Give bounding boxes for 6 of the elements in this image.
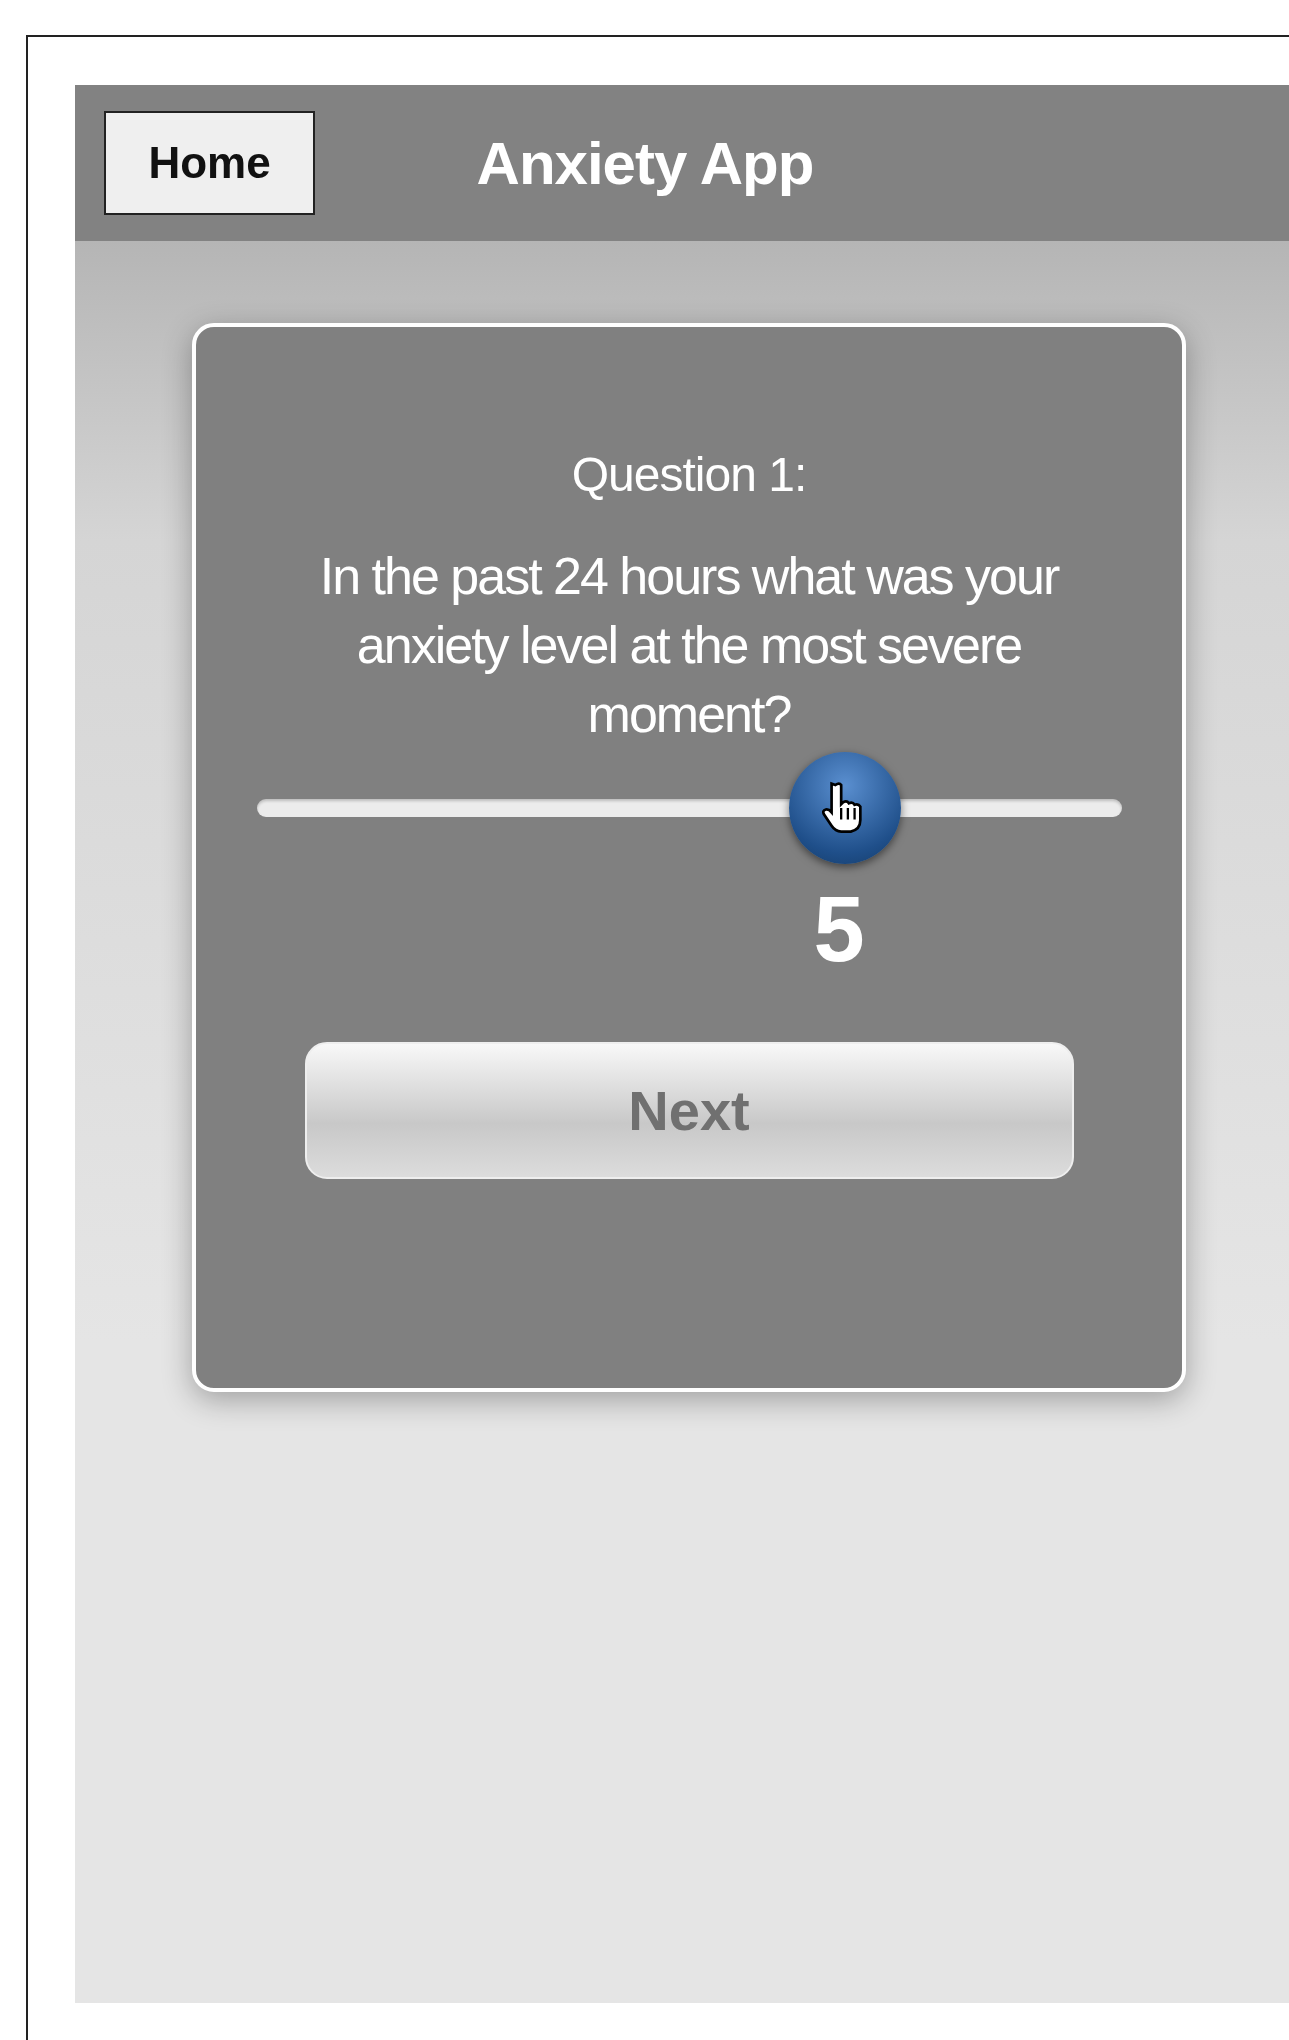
home-button[interactable]: Home <box>104 111 315 215</box>
app-title: Anxiety App <box>475 128 815 198</box>
slider-value: 5 <box>813 877 865 982</box>
question-heading: Question 1: <box>571 447 807 502</box>
question-text: In the past 24 hours what was your anxiety level at the most severe moment? <box>318 546 1060 745</box>
slider-thumb[interactable] <box>788 752 901 864</box>
